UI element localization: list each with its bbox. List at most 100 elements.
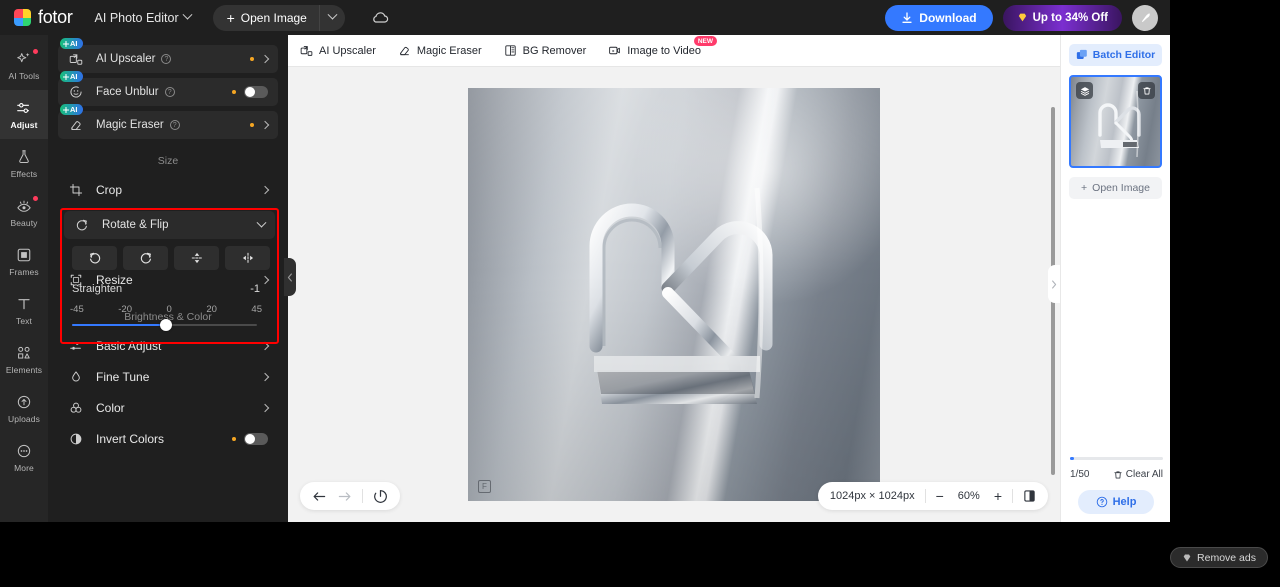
flip-horizontal-button[interactable]	[225, 246, 270, 270]
rotate-flip-buttons	[72, 246, 270, 270]
collapse-left-panel-button[interactable]	[284, 258, 296, 296]
zoom-out-button[interactable]: −	[936, 489, 944, 503]
chevron-right-icon[interactable]	[260, 185, 270, 195]
rail-item-frames[interactable]: Frames	[0, 237, 48, 286]
help-button[interactable]: Help	[1078, 490, 1154, 514]
edited-image[interactable]: F	[468, 88, 880, 501]
history-toolbar	[300, 482, 400, 510]
help-icon[interactable]: ?	[161, 54, 172, 64]
open-image-button-right[interactable]: + Open Image	[1069, 177, 1162, 199]
color-circles-icon	[68, 401, 84, 415]
rail-item-ai-tools[interactable]: AI Tools	[0, 41, 48, 90]
panel-row-color[interactable]: Color	[58, 393, 278, 423]
help-icon[interactable]: ?	[169, 120, 180, 130]
rotate-left-button[interactable]	[123, 246, 168, 270]
ellipsis-circle-icon	[17, 444, 31, 458]
open-image-button[interactable]: + Open Image	[213, 5, 319, 31]
image-thumbnail[interactable]	[1069, 75, 1162, 168]
panel-row-crop[interactable]: Crop	[58, 175, 278, 205]
collapse-right-panel-button[interactable]	[1048, 265, 1060, 303]
tool-magic-eraser[interactable]: Magic Eraser	[398, 44, 482, 57]
panel-row-fine-tune[interactable]: Fine Tune	[58, 362, 278, 392]
remove-ads-label: Remove ads	[1197, 551, 1256, 564]
delete-thumbnail-button[interactable]	[1138, 82, 1155, 99]
rail-item-elements[interactable]: Elements	[0, 335, 48, 384]
chevron-left-icon	[287, 272, 292, 282]
avatar[interactable]	[1132, 4, 1158, 31]
ai-badge-label: AI	[70, 72, 78, 81]
rail-label: Effects	[10, 169, 38, 179]
rail-item-adjust[interactable]: Adjust	[0, 90, 48, 139]
promo-button[interactable]: Up to 34% Off	[1002, 4, 1122, 31]
panel-row-ai-upscaler[interactable]: AI AI Upscaler ?	[58, 38, 278, 73]
download-button[interactable]: Download	[885, 4, 993, 31]
canvas-tools-bar: AI Upscaler Magic Eraser BG Remover Imag…	[288, 35, 1060, 67]
chevron-right-icon[interactable]	[260, 403, 270, 413]
cloud-icon[interactable]	[371, 11, 389, 25]
batch-meta: 1/50 Clear All	[1070, 469, 1163, 480]
app-switcher-label: AI Photo Editor	[94, 10, 179, 25]
panel-row-label: Color	[96, 401, 125, 415]
rail-item-more[interactable]: More	[0, 433, 48, 482]
tool-image-to-video[interactable]: Image to Video NEW	[608, 36, 718, 57]
divider	[1012, 489, 1013, 503]
panel-row-magic-eraser[interactable]: AI Magic Eraser ?	[58, 104, 278, 139]
download-icon	[902, 11, 912, 23]
straighten-slider[interactable]	[72, 319, 257, 331]
open-image-dropdown-button[interactable]	[318, 4, 345, 31]
avatar-bird-icon	[1141, 13, 1150, 22]
notification-dot	[33, 49, 38, 54]
zoom-toolbar: 1024px × 1024px − 60% +	[817, 482, 1048, 510]
panel-row-label: Crop	[96, 183, 123, 197]
redo-button[interactable]	[337, 490, 352, 503]
face-icon	[68, 85, 84, 99]
help-label: Help	[1112, 496, 1137, 508]
remove-ads-button[interactable]: Remove ads	[1170, 547, 1268, 568]
tool-ai-upscaler[interactable]: AI Upscaler	[300, 44, 376, 57]
undo-button[interactable]	[312, 490, 327, 503]
rotate-right-button[interactable]	[72, 246, 117, 270]
ai-badge: AI	[60, 71, 83, 82]
compare-button[interactable]	[1023, 489, 1036, 503]
panel-row-label: Face Unblur	[96, 86, 159, 98]
flip-horizontal-icon	[242, 252, 253, 264]
tool-label: Image to Video	[627, 44, 702, 57]
flip-vertical-button[interactable]	[174, 246, 219, 270]
panel-row-controls	[250, 120, 270, 130]
batch-editor-button[interactable]: Batch Editor	[1069, 44, 1162, 66]
reset-button[interactable]	[373, 489, 388, 504]
chevron-down-icon[interactable]	[256, 217, 267, 228]
clear-all-button[interactable]: Clear All	[1113, 469, 1163, 480]
app-switcher[interactable]: AI Photo Editor	[94, 9, 193, 25]
zoom-in-button[interactable]: +	[994, 489, 1002, 503]
panel-row-controls	[232, 86, 268, 98]
batch-editor-icon	[1076, 49, 1087, 59]
rotate-cw-icon	[89, 252, 100, 264]
chevron-right-icon[interactable]	[260, 372, 270, 382]
rail-item-text[interactable]: Text	[0, 286, 48, 335]
invert-colors-toggle[interactable]	[244, 433, 268, 445]
layers-button[interactable]	[1076, 82, 1093, 99]
rail-item-beauty[interactable]: Beauty	[0, 188, 48, 237]
rail-item-uploads[interactable]: Uploads	[0, 384, 48, 433]
straighten-slider-handle[interactable]	[160, 319, 172, 331]
face-unblur-toggle[interactable]	[244, 86, 268, 98]
panel-row-invert-colors[interactable]: Invert Colors	[58, 424, 278, 454]
help-icon[interactable]: ?	[164, 87, 175, 97]
chevron-right-icon[interactable]	[260, 120, 270, 130]
chevron-right-icon	[1052, 279, 1057, 289]
tool-bg-remover[interactable]: BG Remover	[504, 44, 586, 57]
canvas-stage[interactable]: F	[288, 67, 1060, 522]
panel-row-label: Invert Colors	[96, 432, 165, 446]
straighten-ticks: -45 -20 0 20 45	[70, 304, 262, 315]
tick-label: 20	[206, 304, 217, 315]
chevron-right-icon[interactable]	[260, 54, 270, 64]
brand-logo[interactable]: fotor	[14, 7, 73, 28]
panel-row-face-unblur[interactable]: AI Face Unblur ?	[58, 71, 278, 106]
new-badge: NEW	[693, 36, 718, 46]
rail-label: Adjust	[10, 120, 38, 130]
rail-item-effects[interactable]: Effects	[0, 139, 48, 188]
eye-icon	[17, 200, 31, 212]
panel-row-rotate-flip[interactable]: Rotate & Flip	[64, 211, 275, 239]
tool-label: Magic Eraser	[416, 44, 482, 57]
